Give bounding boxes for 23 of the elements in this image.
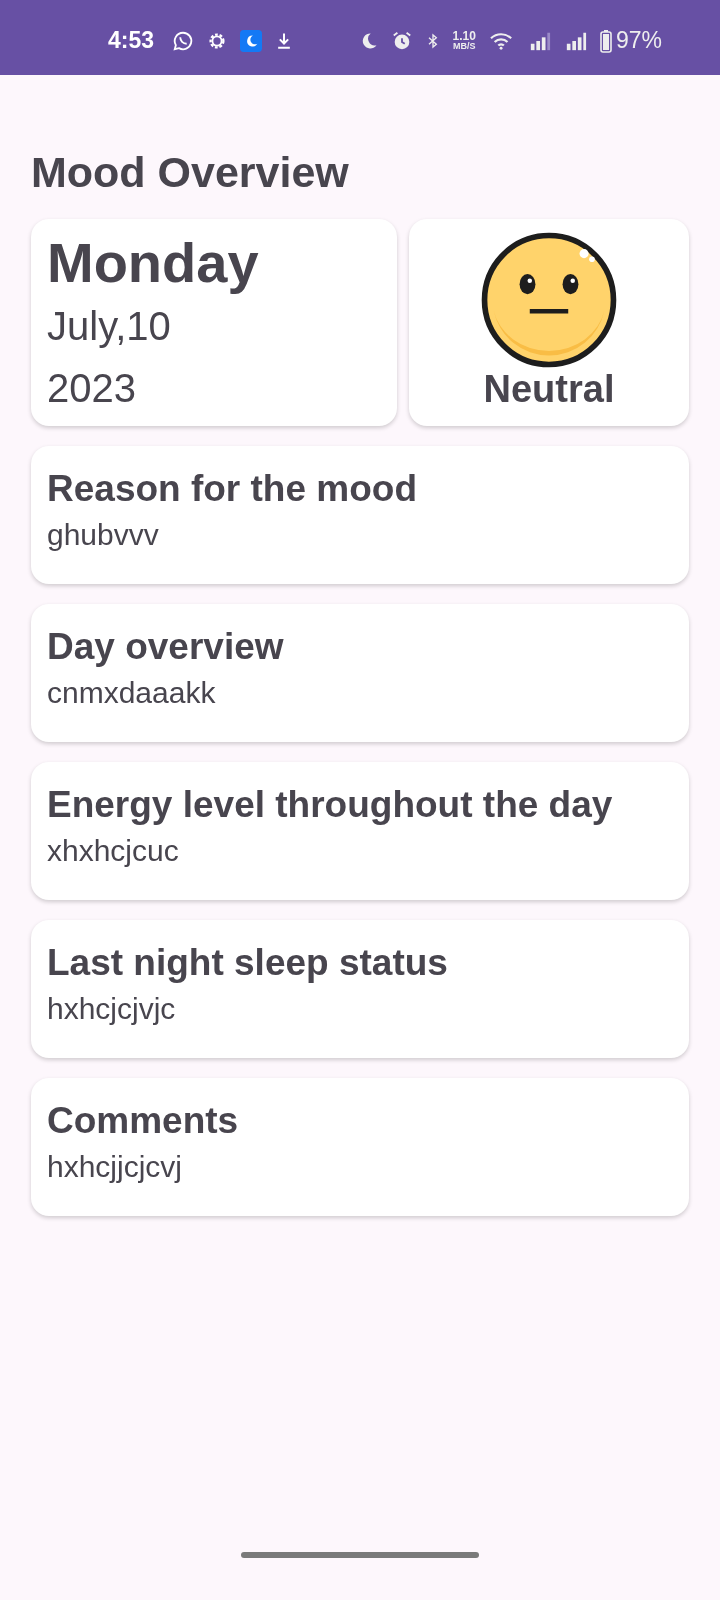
moon-app-icon — [240, 29, 263, 52]
entry-title: Day overview — [47, 625, 285, 669]
weekday-text: Monday — [47, 230, 260, 295]
entry-title: Energy level throughout the day — [47, 783, 614, 827]
entry-value: xhxhcjcuc — [47, 834, 180, 869]
year-text: 2023 — [47, 365, 137, 412]
entry-value: hxhcjjcjcvj — [47, 1150, 184, 1185]
battery-percent: 97% — [615, 27, 662, 54]
network-speed-unit: MB/S — [453, 42, 476, 51]
page-title: Mood Overview — [31, 147, 350, 198]
entry-value: ghubvvv — [47, 518, 160, 553]
network-speed: 1.10 — [452, 30, 476, 42]
entry-title: Comments — [47, 1099, 240, 1143]
date-text: July,10 — [47, 303, 172, 350]
status-time: 4:53 — [108, 27, 155, 54]
entry-title: Last night sleep status — [47, 941, 449, 985]
mood-label: Neutral — [483, 368, 615, 411]
entry-value: cnmxdaaakk — [47, 676, 217, 711]
chat-bubble-icon — [172, 29, 195, 52]
entry-title: Reason for the mood — [47, 467, 419, 511]
home-indicator[interactable] — [241, 1552, 479, 1558]
battery-icon — [599, 28, 612, 53]
entry-value: hxhcjcjvjc — [47, 992, 177, 1027]
